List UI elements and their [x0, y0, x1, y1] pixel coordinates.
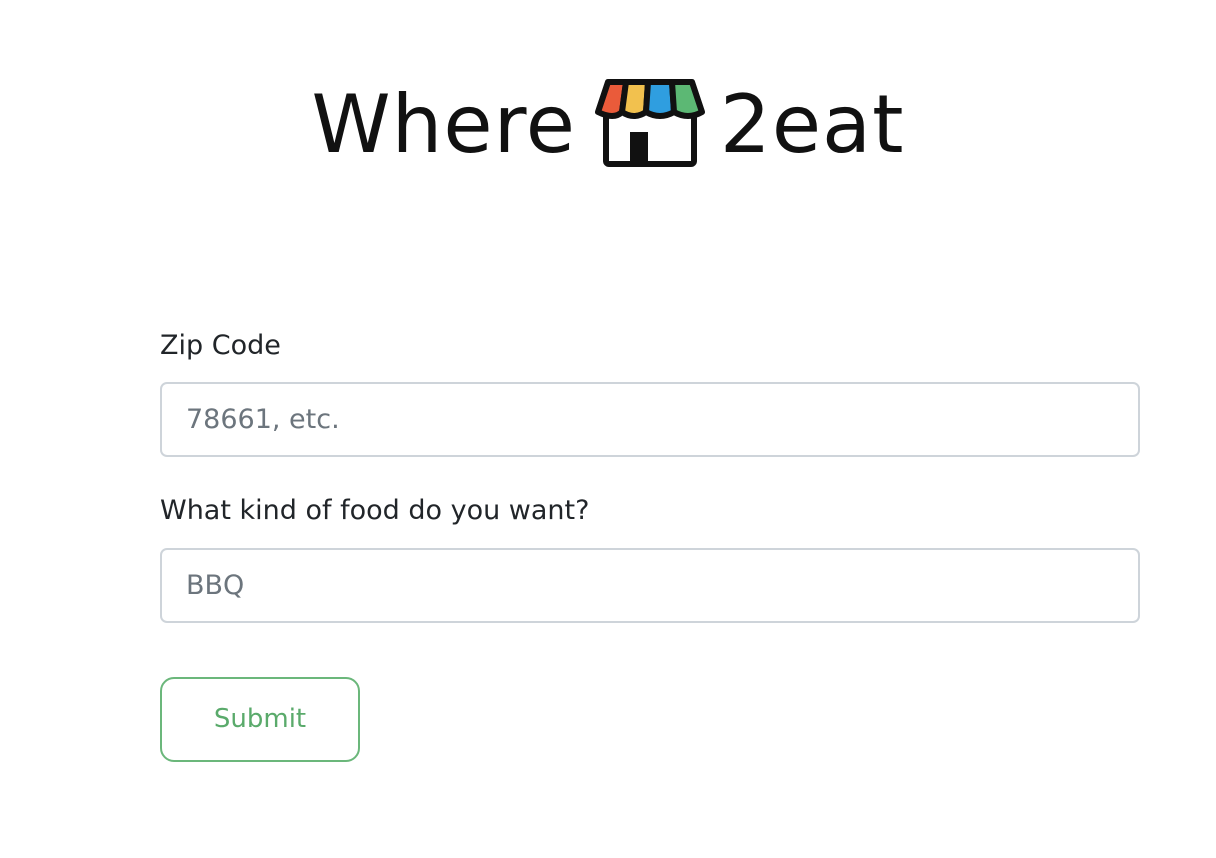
storefront-icon: [594, 79, 705, 167]
food-type-group: What kind of food do you want?: [160, 495, 1140, 623]
submit-button[interactable]: Submit: [160, 676, 360, 762]
food-type-label: What kind of food do you want?: [160, 495, 590, 527]
brand-logo: Where 2eat: [0, 70, 1216, 180]
zip-code-label: Zip Code: [160, 330, 281, 361]
brand-word-2eat: 2eat: [719, 78, 905, 171]
brand-word-where: Where: [311, 78, 576, 171]
zip-code-input[interactable]: [160, 382, 1140, 458]
food-type-input[interactable]: [160, 547, 1140, 623]
search-form: Zip Code What kind of food do you want? …: [160, 330, 1140, 762]
zip-code-group: Zip Code: [160, 330, 1140, 458]
